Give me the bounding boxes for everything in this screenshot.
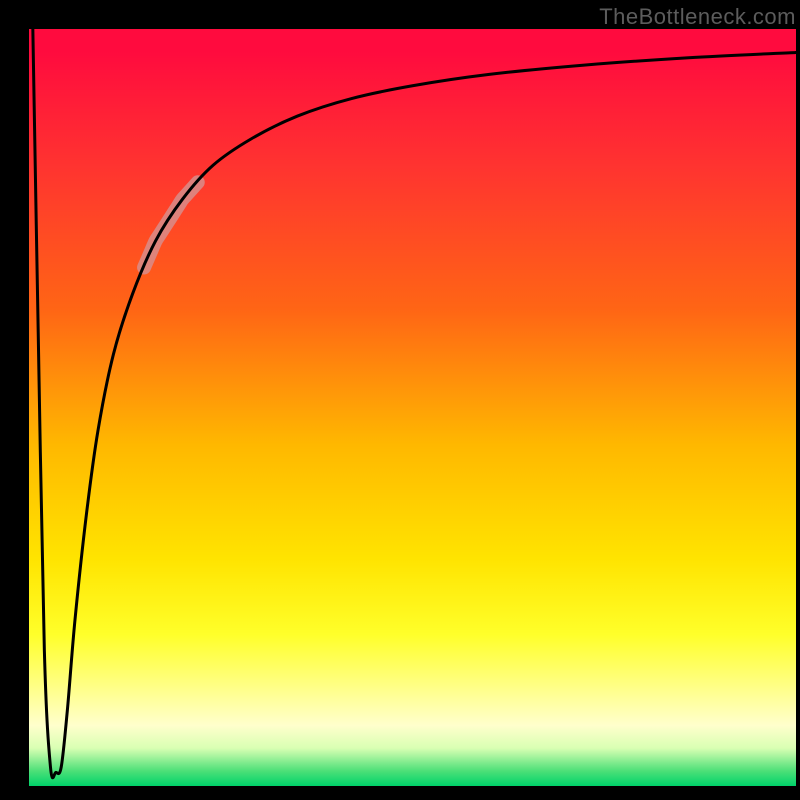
bottleneck-curve [33,29,796,778]
chart-stage: TheBottleneck.com [0,0,800,800]
curve-layer [29,29,796,786]
watermark-text: TheBottleneck.com [599,4,796,30]
